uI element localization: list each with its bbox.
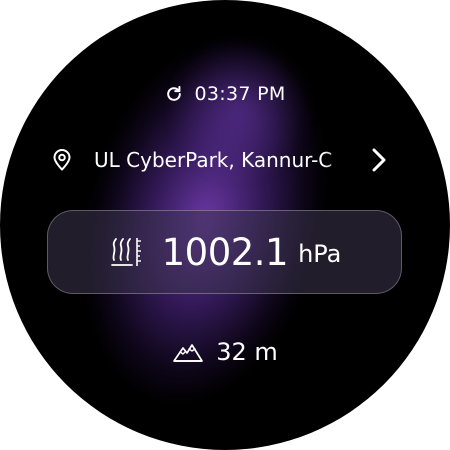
location-pin-icon — [53, 149, 71, 171]
chevron-right-icon[interactable] — [368, 145, 390, 175]
altitude-row: 32 m — [0, 336, 450, 368]
pressure-unit: hPa — [298, 240, 342, 268]
refresh-icon[interactable] — [164, 84, 184, 104]
watch-face: 03:37 PM UL CyberPark, Kannur-C 1002.1 h… — [0, 0, 450, 450]
pressure-card[interactable]: 1002.1 hPa — [47, 210, 402, 294]
mountain-icon — [173, 344, 204, 362]
location-selector[interactable]: UL CyberPark, Kannur-C — [50, 144, 400, 176]
location-name: UL CyberPark, Kannur-C — [94, 148, 333, 172]
altitude-value: 32 m — [216, 338, 278, 366]
current-time: 03:37 PM — [194, 83, 286, 105]
time-row[interactable]: 03:37 PM — [0, 80, 450, 108]
pressure-value: 1002.1 — [161, 230, 289, 274]
barometer-gauge-icon — [110, 238, 141, 266]
